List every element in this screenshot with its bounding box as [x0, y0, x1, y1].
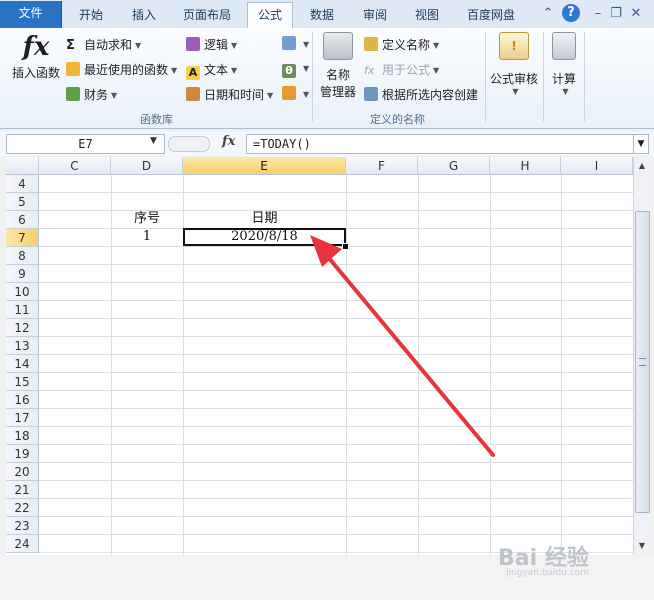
- more-functions-button[interactable]: ▼: [282, 86, 309, 101]
- restore-icon[interactable]: ❐: [608, 5, 624, 23]
- create-from-selection-button[interactable]: 根据所选内容创建: [364, 86, 478, 103]
- tab-view[interactable]: 视图: [408, 6, 446, 26]
- chevron-down-icon: ▼: [303, 64, 310, 73]
- baidu-watermark-url: jingyan.baidu.com: [506, 568, 590, 578]
- name-manager-icon: [323, 32, 353, 60]
- fx-icon: fx: [22, 32, 50, 62]
- group-label-library: 函数库: [140, 113, 173, 126]
- scroll-up-icon[interactable]: ▲: [635, 159, 649, 173]
- chevron-down-icon: ▼: [303, 90, 310, 99]
- collapse-ribbon-icon[interactable]: ⌃: [540, 5, 556, 23]
- tab-file[interactable]: 文件: [0, 1, 62, 28]
- math-button[interactable]: θ ▼: [282, 61, 309, 78]
- insert-function-button[interactable]: fx 插入函数: [8, 30, 64, 81]
- ribbon-tabs: 文件 开始 插入 页面布局 公式 数据 审阅 视图 百度网盘 ⌃ ? – ❐ ✕: [0, 0, 654, 29]
- name-manager-button[interactable]: 名称 管理器: [318, 32, 358, 100]
- chevron-down-icon: ▼: [171, 66, 178, 75]
- red-arrow-annotation: [310, 235, 495, 457]
- formula-bar-splitter[interactable]: [168, 136, 210, 152]
- sigma-icon: Σ: [66, 38, 75, 53]
- book-icon: [186, 37, 200, 51]
- use-in-formula-button[interactable]: fx 用于公式 ▼: [364, 61, 439, 78]
- minimize-icon[interactable]: –: [590, 5, 606, 23]
- tab-insert[interactable]: 插入: [125, 6, 163, 26]
- table-icon: [364, 87, 378, 101]
- logical-button[interactable]: 逻辑 ▼: [186, 36, 237, 53]
- book-icon: [66, 87, 80, 101]
- insert-function-icon[interactable]: fx: [222, 134, 235, 149]
- help-icon[interactable]: ?: [562, 4, 580, 22]
- calculator-icon: [552, 32, 576, 60]
- group-label-names: 定义的名称: [370, 113, 425, 126]
- ribbon-separator: [584, 32, 585, 122]
- theta-icon: θ: [282, 64, 296, 78]
- worksheet-grid[interactable]: C D E F G H I 4 5 6 7 8 9 10 11 12 13 14 15 16 17 18 19…: [6, 157, 633, 555]
- chevron-down-icon: ▼: [433, 66, 440, 75]
- warning-icon: !: [499, 32, 529, 60]
- chevron-down-icon: ▼: [303, 40, 310, 49]
- formula-bar: E7 ▼ fx =TODAY() ▼: [0, 132, 654, 156]
- tab-review[interactable]: 审阅: [356, 6, 394, 26]
- chevron-down-icon: ▼: [231, 41, 238, 50]
- formula-input[interactable]: =TODAY(): [246, 134, 639, 154]
- tab-formulas[interactable]: 公式: [247, 2, 293, 29]
- ribbon-separator: [312, 32, 313, 122]
- recent-functions-button[interactable]: 最近使用的函数 ▼: [66, 61, 177, 78]
- star-icon: [66, 62, 80, 76]
- chevron-down-icon: ▼: [135, 41, 142, 50]
- chevron-down-icon: ▼: [231, 66, 238, 75]
- close-icon[interactable]: ✕: [628, 5, 644, 23]
- ribbon-separator: [485, 32, 486, 122]
- books-icon: [282, 86, 296, 100]
- datetime-button[interactable]: 日期和时间 ▼: [186, 86, 273, 103]
- name-box[interactable]: E7: [6, 134, 165, 154]
- calculation-button[interactable]: 计算 ▼: [546, 32, 582, 96]
- formula-auditing-button[interactable]: ! 公式审核 ▼: [488, 32, 540, 96]
- financial-button[interactable]: 财务 ▼: [66, 86, 117, 103]
- expand-formula-bar-icon[interactable]: ▼: [633, 134, 649, 154]
- vertical-scrollbar[interactable]: ▲ ▼: [633, 157, 650, 555]
- fx-small-icon: fx: [364, 64, 375, 77]
- ribbon-formulas: fx 插入函数 Σ 自动求和 ▼ 最近使用的函数 ▼ 财务 ▼ 逻辑 ▼ A 文本 ▼ 日期和…: [0, 28, 654, 129]
- grip-icon: [639, 358, 646, 366]
- book-icon: [186, 87, 200, 101]
- autosum-button[interactable]: Σ 自动求和 ▼: [66, 36, 141, 53]
- chevron-down-icon[interactable]: ▼: [150, 136, 157, 146]
- chevron-down-icon: ▼: [512, 87, 519, 96]
- text-a-icon: A: [186, 66, 200, 80]
- tab-data[interactable]: 数据: [303, 6, 341, 26]
- define-name-button[interactable]: 定义名称 ▼: [364, 36, 439, 53]
- scroll-thumb[interactable]: [635, 211, 650, 513]
- chevron-down-icon: ▼: [111, 91, 118, 100]
- text-button[interactable]: A 文本 ▼: [186, 61, 237, 80]
- tag-icon: [364, 37, 378, 51]
- chevron-down-icon: ▼: [562, 87, 569, 96]
- chevron-down-icon: ▼: [433, 41, 440, 50]
- tab-baidu-netdisk[interactable]: 百度网盘: [461, 6, 521, 26]
- magnifier-icon: [282, 36, 296, 50]
- ribbon-separator: [543, 32, 544, 122]
- lookup-button[interactable]: ▼: [282, 36, 309, 51]
- scroll-down-icon[interactable]: ▼: [635, 539, 649, 553]
- tab-page-layout[interactable]: 页面布局: [178, 6, 236, 26]
- tab-home[interactable]: 开始: [72, 6, 110, 26]
- chevron-down-icon: ▼: [267, 91, 274, 100]
